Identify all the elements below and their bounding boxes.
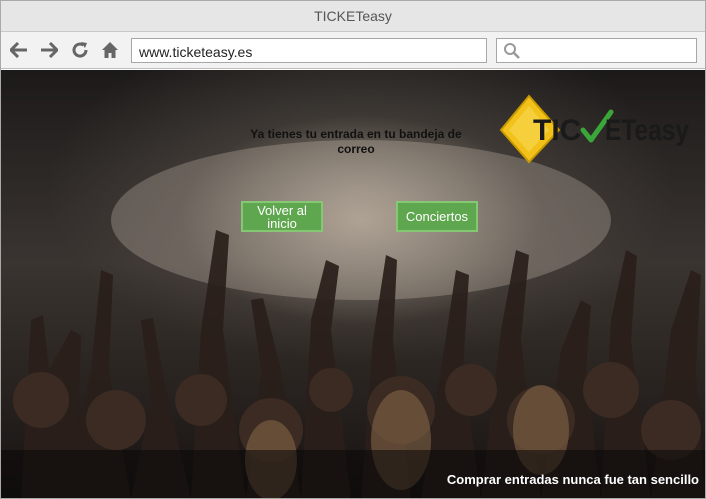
page-content: Ya tienes tu entrada en tu bandeja de co… xyxy=(1,70,705,498)
search-icon xyxy=(504,43,520,59)
browser-window: TICKETeasy www.ticketeasy.es Ya tienes t… xyxy=(0,0,706,499)
back-arrow-icon xyxy=(10,42,27,58)
reload-button[interactable] xyxy=(69,39,91,61)
logo-text-part1: TIC xyxy=(533,114,581,147)
forward-button[interactable] xyxy=(38,39,60,61)
conciertos-button[interactable]: Conciertos xyxy=(396,201,478,232)
browser-toolbar xyxy=(1,32,705,69)
search-input[interactable] xyxy=(496,38,697,63)
url-bar[interactable] xyxy=(131,38,487,63)
message-line-1: Ya tienes tu entrada en tu bandeja de xyxy=(250,127,462,141)
home-button[interactable] xyxy=(99,39,121,61)
slogan-text: Comprar entradas nunca fue tan sencillo xyxy=(446,472,699,487)
logo-graphic: TIC ETeasy xyxy=(499,94,689,164)
back-button[interactable] xyxy=(8,39,30,61)
reload-icon xyxy=(72,42,88,58)
confirmation-message: Ya tienes tu entrada en tu bandeja de co… xyxy=(237,127,475,157)
message-line-2: correo xyxy=(337,142,375,156)
ticketeasy-logo[interactable]: TIC ETeasy xyxy=(499,94,693,164)
volver-label-line-2: inicio xyxy=(267,215,297,231)
title-bar: TICKETeasy xyxy=(1,1,705,32)
conciertos-label: Conciertos xyxy=(405,209,469,224)
window-title: TICKETeasy xyxy=(314,8,392,24)
home-icon xyxy=(102,42,118,58)
logo-text-part2: ETeasy xyxy=(605,114,689,147)
volver-al-inicio-button[interactable]: Volver al inicio xyxy=(241,201,323,232)
forward-arrow-icon xyxy=(41,42,58,58)
